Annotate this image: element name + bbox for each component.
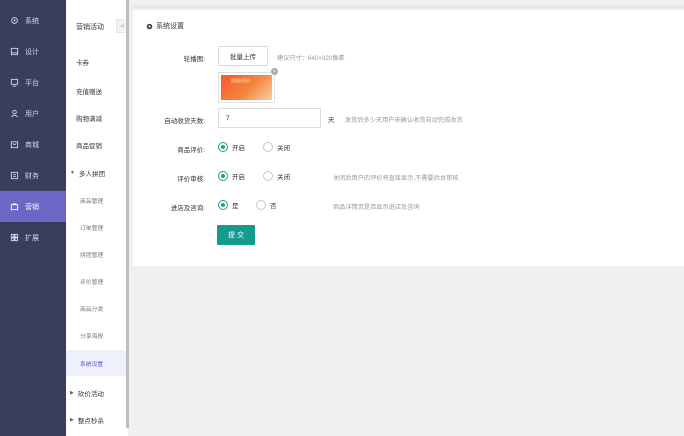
card-title-text: 系统设置 bbox=[156, 23, 184, 30]
audit-off-radio[interactable]: 关闭 bbox=[263, 171, 290, 181]
gear-icon bbox=[9, 16, 19, 26]
consult-yes-radio[interactable]: 是 bbox=[218, 200, 239, 210]
audit-label: 评价审核: bbox=[177, 176, 205, 183]
secondary-sidebar-title: 营销活动 bbox=[76, 24, 104, 31]
sidebar-item-coupon[interactable]: 卡券 bbox=[76, 57, 89, 67]
nav-item-label: 设计 bbox=[25, 48, 39, 56]
sidebar-item-recharge-gift[interactable]: 充值赠送 bbox=[76, 86, 102, 96]
radio-unchecked-icon bbox=[263, 142, 273, 152]
sidebar-group-label: 砍价活动 bbox=[77, 391, 104, 398]
caret-down-icon: ▼ bbox=[70, 170, 75, 176]
monitor-icon bbox=[9, 78, 19, 88]
auto-days-label: 自动收货天数: bbox=[164, 118, 205, 125]
carousel-thumbnail[interactable]: 超值拼团价 bbox=[218, 72, 275, 103]
review-on-radio[interactable]: 开启 bbox=[218, 142, 245, 152]
sidebar-sub-label: 分享海报 bbox=[80, 333, 104, 340]
nav-item-shop[interactable]: 商城 bbox=[0, 129, 66, 160]
radio-label: 开启 bbox=[232, 145, 245, 152]
sidebar-sub-label: 商品分类 bbox=[80, 306, 104, 313]
auto-days-hint: 发货后多少天用户未确认收货自动完成收货 bbox=[345, 117, 463, 124]
auto-days-input[interactable]: 7 bbox=[218, 108, 321, 128]
audit-hint: 关闭后用户的评价将直接显示,不需要后台审核 bbox=[333, 175, 459, 182]
nav-item-label: 商城 bbox=[25, 141, 39, 149]
sidebar-sub-order-manage[interactable]: 订单管理 bbox=[66, 214, 128, 240]
sidebar-group-flash-sale[interactable]: ▶ 整点秒杀 bbox=[70, 415, 104, 425]
card-title: 系统设置 bbox=[146, 21, 184, 31]
sidebar-group-bargain[interactable]: ▶ 砍价活动 bbox=[70, 388, 104, 398]
review-off-radio[interactable]: 关闭 bbox=[263, 142, 290, 152]
sidebar-sub-system-settings[interactable]: 系统设置 bbox=[66, 350, 128, 376]
sidebar-sub-review-manage[interactable]: 评价管理 bbox=[66, 268, 128, 294]
nav-item-design[interactable]: 设计 bbox=[0, 36, 66, 67]
radio-label: 否 bbox=[270, 203, 277, 210]
nav-item-platform[interactable]: 平台 bbox=[0, 67, 66, 98]
nav-item-marketing[interactable]: 营销 bbox=[0, 191, 66, 222]
consult-label: 进店及咨询: bbox=[170, 205, 205, 212]
radio-checked-icon bbox=[218, 142, 228, 152]
nav-item-label: 平台 bbox=[25, 79, 39, 87]
sidebar-group-label: 整点秒杀 bbox=[77, 418, 104, 425]
size-hint: 建议尺寸：640×320像素 bbox=[277, 55, 345, 62]
sidebar-sub-group-manage[interactable]: 拼团管理 bbox=[66, 241, 128, 267]
user-icon bbox=[9, 109, 19, 119]
consult-no-radio[interactable]: 否 bbox=[256, 200, 277, 210]
nav-item-finance[interactable]: 财务 bbox=[0, 160, 66, 191]
nav-item-user[interactable]: 用户 bbox=[0, 98, 66, 129]
sidebar-sub-label: 商品管理 bbox=[80, 198, 104, 205]
settings-card bbox=[133, 10, 684, 266]
double-chevron-left-icon: « bbox=[120, 22, 125, 30]
caret-right-icon: ▶ bbox=[70, 417, 74, 423]
nav-item-label: 财务 bbox=[25, 172, 39, 180]
radio-label: 关闭 bbox=[277, 145, 290, 152]
sidebar-group-label: 多人拼团 bbox=[78, 171, 105, 178]
finance-icon bbox=[9, 171, 19, 181]
radio-unchecked-icon bbox=[263, 171, 273, 181]
sidebar-sub-label: 评价管理 bbox=[80, 279, 104, 286]
shop-icon bbox=[9, 140, 19, 150]
top-strip bbox=[133, 5, 684, 8]
submit-button[interactable]: 提 交 bbox=[217, 225, 255, 245]
nav-item-label: 营销 bbox=[25, 203, 39, 211]
grid-icon bbox=[9, 233, 19, 243]
carousel-image: 超值拼团价 bbox=[221, 75, 272, 100]
remove-image-icon[interactable]: × bbox=[271, 68, 278, 75]
nav-item-label: 扩展 bbox=[25, 234, 39, 242]
nav-item-system[interactable]: 系统 bbox=[0, 5, 66, 36]
radio-checked-icon bbox=[218, 171, 228, 181]
radio-label: 关闭 bbox=[277, 174, 290, 181]
review-label: 商品评价: bbox=[177, 147, 205, 154]
sidebar-sub-label: 订单管理 bbox=[80, 225, 104, 232]
radio-checked-icon bbox=[218, 200, 228, 210]
nav-item-label: 系统 bbox=[25, 17, 39, 25]
nav-item-label: 用户 bbox=[25, 110, 39, 118]
caret-right-icon: ▶ bbox=[70, 390, 74, 396]
days-unit: 天 bbox=[328, 117, 335, 124]
gear-icon bbox=[146, 23, 153, 30]
nav-item-extend[interactable]: 扩展 bbox=[0, 222, 66, 253]
sidebar-item-promotion[interactable]: 商品促销 bbox=[76, 140, 102, 150]
primary-sidebar: 系统 设计 平台 用户 商城 财务 营销 扩展 bbox=[0, 0, 66, 436]
thumbnail-tag: 超值拼团价 bbox=[231, 78, 251, 83]
auto-days-value: 7 bbox=[226, 114, 230, 122]
radio-label: 是 bbox=[232, 203, 239, 210]
design-icon bbox=[9, 47, 19, 57]
carousel-label: 轮播图: bbox=[183, 56, 205, 63]
consult-hint: 商品详情页是否显示进店及咨询 bbox=[333, 204, 420, 211]
sidebar-item-full-reduction[interactable]: 购物满减 bbox=[76, 113, 102, 123]
radio-label: 开启 bbox=[232, 174, 245, 181]
sidebar-group-group-buy[interactable]: ▼ 多人拼团 bbox=[70, 168, 105, 178]
batch-upload-button[interactable]: 批量上传 bbox=[218, 46, 268, 66]
sidebar-sub-label: 拼团管理 bbox=[80, 252, 104, 259]
radio-unchecked-icon bbox=[256, 200, 266, 210]
sidebar-sub-share-poster[interactable]: 分享海报 bbox=[66, 322, 128, 348]
sidebar-sub-product-manage[interactable]: 商品管理 bbox=[66, 187, 128, 213]
sidebar-sub-label: 系统设置 bbox=[80, 361, 104, 368]
audit-on-radio[interactable]: 开启 bbox=[218, 171, 245, 181]
sidebar-sub-category[interactable]: 商品分类 bbox=[66, 295, 128, 321]
marketing-icon bbox=[9, 202, 19, 212]
